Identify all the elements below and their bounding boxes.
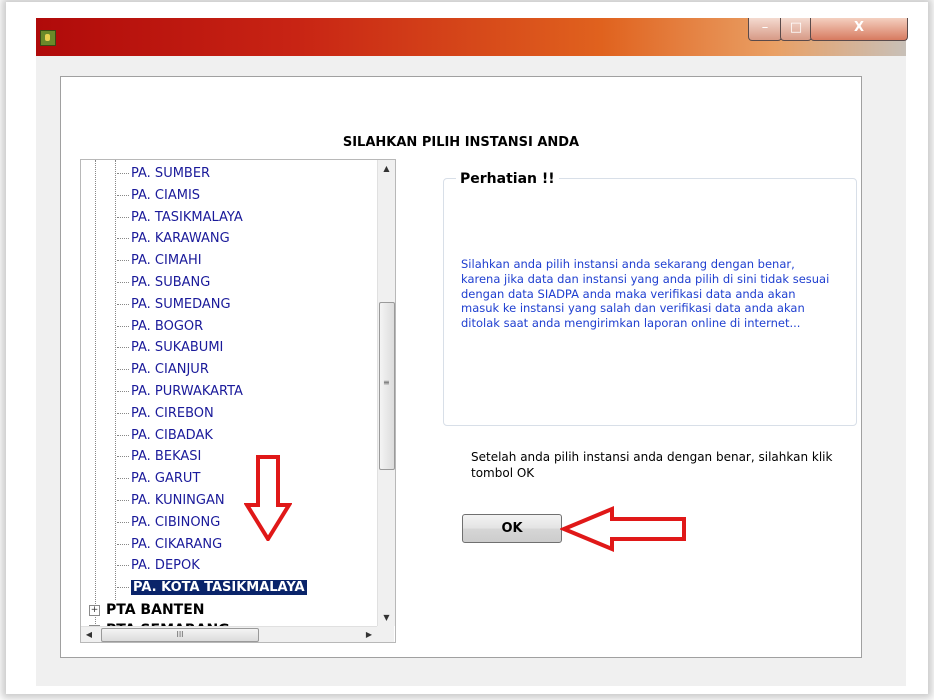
tree-branch-line (117, 587, 129, 589)
tree-item[interactable]: PA. GARUT (117, 469, 200, 489)
tree-item-label: PA. SUBANG (131, 275, 211, 290)
horizontal-scroll-thumb[interactable]: III (101, 628, 259, 642)
tree-branch-line (117, 543, 129, 545)
tree-connector-root (95, 160, 96, 626)
minimize-button[interactable]: – (748, 18, 782, 41)
scroll-down-icon[interactable]: ▼ (378, 609, 395, 626)
tree-item-label: PA. SUMEDANG (131, 296, 231, 312)
tree-item[interactable]: PA. SUMEDANG (117, 295, 231, 315)
tree-item[interactable]: PA. PURWAKARTA (117, 382, 243, 402)
vertical-scroll-thumb[interactable]: ≡ (379, 302, 395, 470)
tree-item[interactable]: PA. KOTA TASIKMALAYA (117, 578, 307, 598)
instruction-text: Setelah anda pilih instansi anda dengan … (471, 450, 833, 480)
left-arrow-annotation-icon (560, 506, 686, 552)
notice-text: Silahkan anda pilih instansi anda sekara… (461, 257, 830, 331)
notice-group: Perhatian !! Silahkan anda pilih instans… (443, 171, 857, 426)
app-icon (40, 30, 56, 46)
tree-list: PA. SUMBER PA. CIAMIS PA. TASIKMALAYA PA. K… (81, 160, 377, 638)
tree-connector (115, 160, 116, 600)
window-body: SILAHKAN PILIH INSTANSI ANDA PA. SUMBER P… (36, 56, 906, 686)
tree-item-label: PA. CIAMIS (131, 187, 201, 203)
tree-item[interactable]: PA. CIKARANG (117, 535, 222, 555)
institution-tree[interactable]: PA. SUMBER PA. CIAMIS PA. TASIKMALAYA PA. K… (80, 159, 396, 643)
maximize-button[interactable]: □ (780, 18, 812, 41)
dialog-panel: SILAHKAN PILIH INSTANSI ANDA PA. SUMBER P… (60, 76, 862, 658)
tree-branch-line (117, 478, 129, 480)
scroll-left-icon[interactable]: ◀ (81, 627, 97, 642)
tree-item[interactable]: PA. CIMAHI (117, 251, 202, 271)
tree-item[interactable]: PA. SUBANG (117, 273, 210, 293)
page-title: SILAHKAN PILIH INSTANSI ANDA (342, 135, 580, 150)
tree-branch-line (117, 216, 129, 218)
tree-item-label: PA. CIMAHI (131, 253, 202, 269)
vertical-scrollbar[interactable]: ▲ ≡ ▼ (377, 160, 395, 626)
tree-item[interactable]: PA. CIANJUR (117, 360, 209, 380)
tree-branch-line (117, 173, 129, 174)
tree-branch-line (117, 325, 129, 327)
tree-parent-node[interactable]: + PTA BANTEN (89, 600, 205, 620)
scroll-right-icon[interactable]: ▶ (361, 627, 377, 642)
tree-item-label: PA. KOTA TASIKMALAYA (131, 580, 307, 596)
tree-item-label: PA. GARUT (131, 471, 201, 487)
tree-item[interactable]: PA. SUKABUMI (117, 338, 223, 358)
tree-item[interactable]: PA. BOGOR (117, 317, 203, 337)
tree-branch-line (117, 456, 129, 458)
tree-item[interactable]: PA. SUMBER (117, 164, 210, 184)
tree-item-label: PA. KARAWANG (131, 231, 230, 247)
title-bar: – □ X (36, 18, 908, 56)
scroll-grip-icon: ≡ (383, 378, 390, 387)
tree-item-label: PA. BEKASI (131, 449, 202, 465)
tree-item[interactable]: PA. CIREBON (117, 404, 214, 424)
scroll-up-icon[interactable]: ▲ (378, 160, 395, 177)
tree-item[interactable]: PA. BEKASI (117, 447, 201, 467)
tree-branch-line (117, 369, 129, 371)
tree-item-label: PA. DEPOK (131, 558, 200, 574)
tree-item[interactable]: PA. KUNINGAN (117, 491, 225, 511)
close-button[interactable]: X (810, 18, 908, 41)
tree-item-label: PA. CIBINONG (131, 514, 221, 530)
tree-parent-label: PTA BANTEN (106, 602, 205, 618)
tree-item-label: PA. CIANJUR (131, 362, 209, 378)
tree-branch-line (117, 303, 129, 305)
tree-item-label: PA. SUKABUMI (131, 340, 224, 356)
application-window: – □ X SILAHKAN PILIH INSTANSI ANDA PA. S… (36, 18, 908, 686)
tree-item[interactable]: PA. CIBADAK (117, 426, 213, 446)
tree-branch-line (117, 565, 129, 567)
tree-item[interactable]: PA. CIAMIS (117, 186, 200, 206)
tree-item-label: PA. CIBADAK (131, 427, 213, 443)
ok-button[interactable]: OK (462, 514, 562, 543)
tree-item[interactable]: PA. KARAWANG (117, 229, 230, 249)
notice-title: Perhatian !! (456, 171, 559, 187)
tree-branch-line (117, 500, 129, 501)
tree-item-label: PA. KUNINGAN (131, 493, 225, 508)
tree-item-label: PA. TASIKMALAYA (131, 209, 243, 225)
tree-branch-line (117, 282, 129, 283)
tree-branch-line (117, 412, 129, 414)
tree-item-label: PA. PURWAKARTA (131, 384, 243, 399)
tree-item[interactable]: PA. DEPOK (117, 556, 200, 576)
tree-branch-line (117, 194, 129, 196)
tree-branch-line (117, 347, 129, 349)
tree-item[interactable]: PA. CIBINONG (117, 513, 220, 533)
expand-icon[interactable]: + (89, 604, 100, 616)
tree-branch-line (117, 521, 129, 523)
tree-branch-line (117, 238, 129, 240)
tree-item-label: PA. SUMBER (131, 166, 211, 181)
tree-item-label: PA. BOGOR (131, 318, 204, 334)
down-arrow-annotation-icon (244, 455, 292, 541)
scrollbar-corner (377, 626, 394, 642)
horizontal-scrollbar[interactable]: ◀ III ▶ (81, 626, 377, 642)
tree-branch-line (117, 260, 129, 262)
tree-item-label: PA. CIREBON (131, 405, 214, 421)
tree-branch-line (117, 391, 129, 392)
tree-item[interactable]: PA. TASIKMALAYA (117, 208, 243, 228)
tree-item-label: PA. CIKARANG (131, 536, 223, 552)
tree-branch-line (117, 434, 129, 436)
